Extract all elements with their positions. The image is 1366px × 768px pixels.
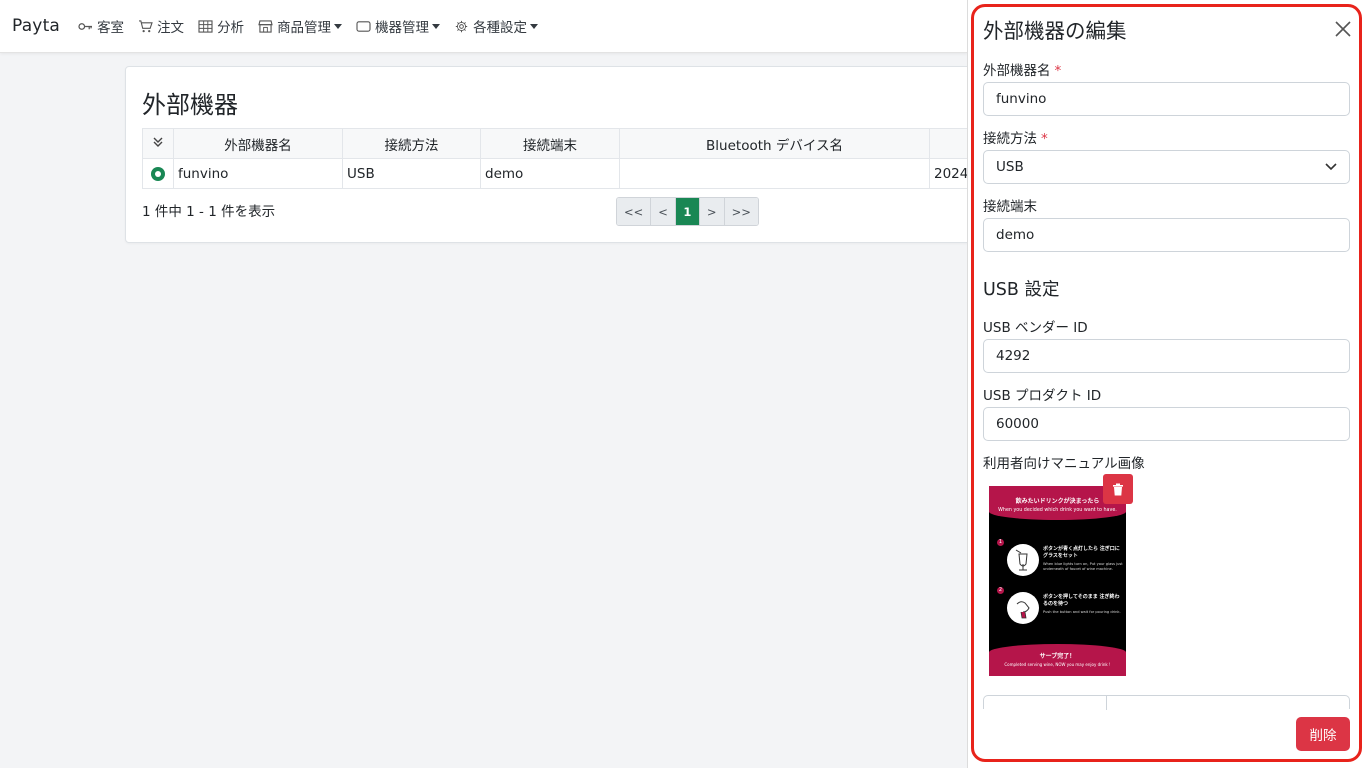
nav-item-devices[interactable]: 機器管理 [356,16,441,36]
record-count: 1 件中 1 - 1 件を表示 [142,204,276,220]
radio-selected-icon [151,166,165,181]
panel-title: 外部機器の編集 [983,19,1127,43]
column-header-name[interactable]: 外部機器名 [173,128,343,159]
shop-icon [258,19,273,33]
brand-logo[interactable]: Payta [12,16,60,36]
terminal-field[interactable]: demo [983,218,1350,252]
manual-image: 飲みたいドリンクが決まったら When you decided which dr… [989,486,1126,676]
table-header-row: 外部機器名 接続方法 接続端末 Bluetooth デバイス名 [142,128,975,159]
page-title: 外部機器 [142,91,238,119]
gear-icon [454,20,469,33]
name-field[interactable]: funvino [983,82,1350,116]
required-mark: * [1041,131,1048,147]
manual-footer: サーブ完了！ Completed serving wine, NOW you m… [989,644,1126,676]
page-next-button[interactable]: > [699,198,725,225]
top-navbar: Payta 客室 注文 分析 商品管理 機器管理 各種設定 [0,0,968,53]
nav-item-rooms[interactable]: 客室 [78,16,124,36]
nav-label-orders: 注文 [157,20,185,36]
key-icon [78,20,93,33]
vendor-id-label: USB ベンダー ID [983,320,1088,336]
product-id-field[interactable]: 60000 [983,407,1350,441]
device-list-card: 外部機器 外部機器名 接続方法 接続端末 Bluetooth デバイス名 fun… [125,66,985,243]
chevron-down-icon [334,24,343,29]
trash-icon [1113,483,1123,495]
cell-method: USB [342,158,481,189]
product-id-label: USB プロダクト ID [983,388,1102,404]
cart-icon [138,19,153,33]
name-label: 外部機器名 * [983,63,1062,79]
table-row[interactable]: funvino USB demo 2024- [142,158,975,189]
nav-label-rooms: 客室 [97,20,125,36]
nav-label-devices: 機器管理 [375,20,430,36]
cell-bluetooth [619,158,930,189]
required-mark: * [1054,63,1062,79]
nav-item-settings[interactable]: 各種設定 [454,16,539,36]
page-last-button[interactable]: >> [724,198,758,225]
hand-icon [1007,592,1039,624]
nav-item-orders[interactable]: 注文 [138,16,184,36]
page-prev-button[interactable]: < [651,198,676,225]
double-chevron-down-icon [153,137,163,147]
chevron-down-icon [1325,163,1337,171]
manual-image-label: 利用者向けマニュアル画像 [983,456,1145,472]
nav-item-analytics[interactable]: 分析 [198,16,244,36]
vendor-id-field[interactable]: 4292 [983,339,1350,373]
expand-all-button[interactable] [142,128,174,159]
delete-button[interactable]: 削除 [1296,717,1350,751]
method-label: 接続方法 * [983,131,1048,147]
page-first-button[interactable]: << [617,198,652,225]
column-header-bluetooth[interactable]: Bluetooth デバイス名 [619,128,930,159]
terminal-label: 接続端末 [983,199,1037,215]
row-select-radio[interactable] [142,158,174,189]
column-header-terminal[interactable]: 接続端末 [480,128,620,159]
device-icon [356,20,371,33]
usb-section-title: USB 設定 [983,280,1060,300]
method-select-value: USB [996,159,1024,175]
file-upload-field[interactable] [983,695,1350,710]
column-header-method[interactable]: 接続方法 [342,128,481,159]
nav-label-analytics: 分析 [217,20,245,36]
nav-label-settings: 各種設定 [473,20,528,36]
nav-label-products: 商品管理 [277,20,332,36]
pagination: << < 1 > >> [616,197,759,226]
nav-item-products[interactable]: 商品管理 [258,16,343,36]
close-button[interactable] [1333,19,1353,39]
cell-name: funvino [173,158,343,189]
glass-icon [1007,544,1039,576]
remove-image-button[interactable] [1103,474,1133,504]
table-icon [198,19,213,33]
close-icon [1335,21,1351,37]
chevron-down-icon [432,24,441,29]
chevron-down-icon [530,24,539,29]
method-select[interactable]: USB [983,150,1350,184]
device-table: 外部機器名 接続方法 接続端末 Bluetooth デバイス名 funvino … [142,128,975,189]
cell-terminal: demo [480,158,620,189]
page-1-button[interactable]: 1 [675,198,700,225]
